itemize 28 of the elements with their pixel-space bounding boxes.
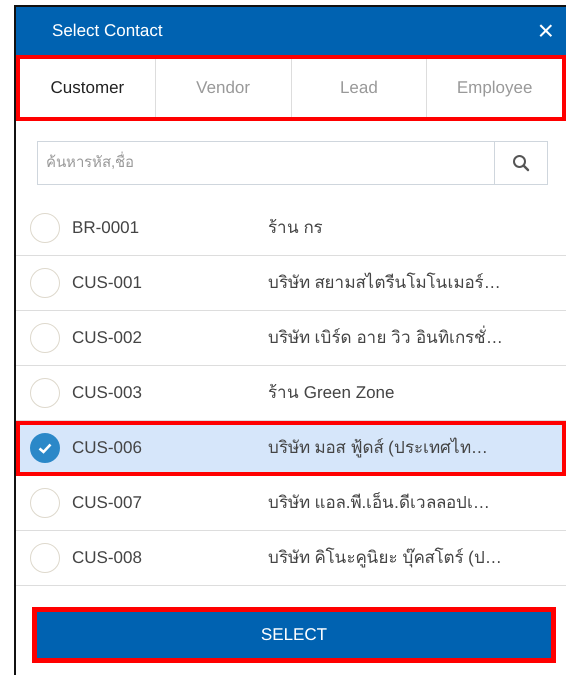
select-button[interactable]: SELECT xyxy=(37,612,551,658)
contact-name: บริษัท เบิร์ด อาย วิว อินทิเกรชั่… xyxy=(268,325,503,351)
contact-name: บริษัท สยามสไตรีนโมโนเมอร์… xyxy=(268,272,501,294)
contact-code: CUS-003 xyxy=(71,382,143,404)
contact-row[interactable]: CUS-002 บริษัท เบิร์ด อาย วิว อินทิเกรชั่… xyxy=(16,311,566,366)
search-field[interactable]: ค้นหารหัส,ชื่อ xyxy=(37,141,494,185)
radio-button[interactable] xyxy=(30,433,60,463)
contact-code: CUS-006 xyxy=(71,437,143,460)
contact-row[interactable]: BR-0001 ร้าน กร xyxy=(16,201,566,256)
contact-name: ร้าน กร xyxy=(268,217,323,240)
check-icon xyxy=(38,442,52,454)
contact-code: CUS-002 xyxy=(71,327,143,350)
contact-name: บริษัท มอส ฟู้ดส์ (ประเทศไท… xyxy=(268,436,488,460)
contact-name: บริษัท แอล.พี.เอ็น.ดีเวลลอปเ… xyxy=(268,491,490,514)
contact-row[interactable]: CUS-008 บริษัท คิโนะคูนิยะ บุ๊คสโตร์ (ป… xyxy=(16,531,566,586)
contact-code: CUS-007 xyxy=(71,492,143,514)
search-button[interactable] xyxy=(494,141,548,185)
contact-row[interactable]: CUS-006 บริษัท มอส ฟู้ดส์ (ประเทศไท… xyxy=(16,421,566,476)
contact-code: CUS-001 xyxy=(71,272,143,294)
contact-name: บริษัท คิโนะคูนิยะ บุ๊คสโตร์ (ป… xyxy=(268,546,502,570)
search-icon xyxy=(512,154,530,172)
dialog-title: Select Contact xyxy=(52,20,163,42)
contact-name: ร้าน Green Zone xyxy=(268,382,394,404)
contact-code: BR-0001 xyxy=(71,217,140,240)
contact-code: CUS-008 xyxy=(71,547,143,570)
close-button[interactable]: × xyxy=(538,17,554,45)
contact-row[interactable]: CUS-001 บริษัท สยามสไตรีนโมโนเมอร์… xyxy=(16,256,566,311)
contact-row[interactable]: CUS-007 บริษัท แอล.พี.เอ็น.ดีเวลลอปเ… xyxy=(16,476,566,531)
